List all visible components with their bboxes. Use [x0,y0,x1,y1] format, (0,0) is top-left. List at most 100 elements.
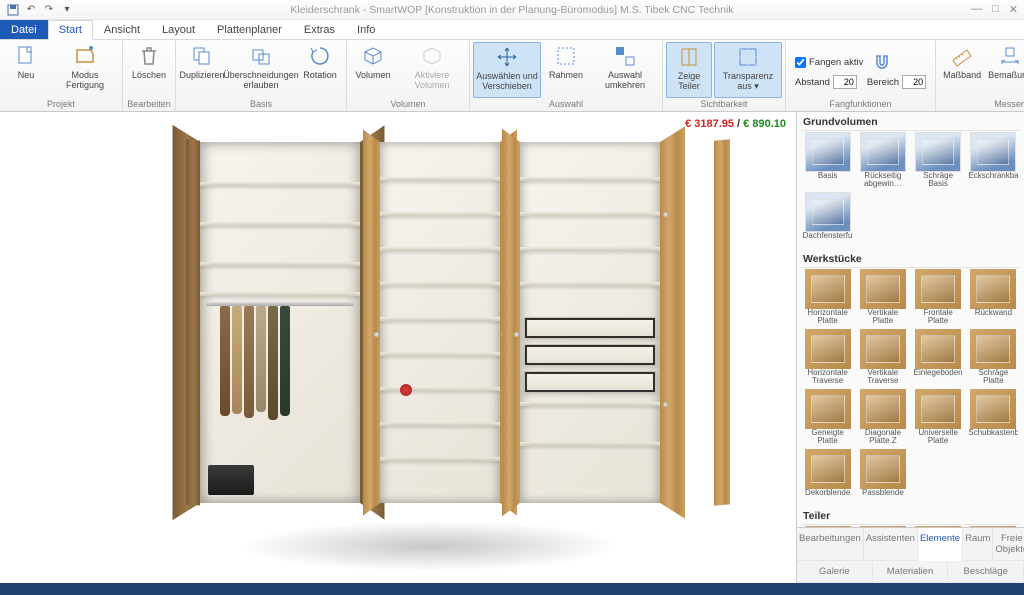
duplicate-button[interactable]: Duplizieren [179,42,225,98]
element-thumb[interactable]: Schräger Teiler [967,525,1020,527]
element-thumb[interactable]: Geneigte Platte [801,388,854,446]
button-label: Volumen [355,70,390,80]
thumb-label: Eckschrankbasis [968,172,1018,188]
thumb-label: Horizontale Traverse [803,369,853,385]
thumb-label: Vertikale Traverse [858,369,908,385]
tab-layout[interactable]: Layout [151,20,206,39]
element-thumb[interactable]: Einlegeboden [912,328,965,386]
element-thumb[interactable]: Universelle Platte [912,388,965,446]
snap-active-checkbox[interactable]: Fangen aktiv [795,52,926,72]
element-thumb[interactable]: Vertikaler Teiler [856,525,909,527]
tab-file[interactable]: Datei [0,20,48,39]
element-thumb[interactable]: Schräge Platte [967,328,1020,386]
button-label: Bemaßung [988,70,1024,80]
tab-plattenplaner[interactable]: Plattenplaner [206,20,293,39]
panel-tab-elemente[interactable]: Elemente [918,528,963,561]
status-bar [0,583,1024,595]
group-label: Basis [179,98,343,111]
element-thumb[interactable]: Passblende [856,448,909,506]
show-divider-button[interactable]: Zeige Teiler [666,42,712,98]
rotate-button[interactable]: Rotation [297,42,343,98]
qat-dropdown-icon[interactable]: ▾ [60,3,74,17]
thumb-icon [970,269,1016,309]
thumb-icon [970,526,1016,527]
element-thumb[interactable]: Frontale Platte [912,268,965,326]
panel-tab-beschläge[interactable]: Beschläge [948,561,1024,583]
button-label: Aktiviere Volumen [414,70,449,90]
dimension-button[interactable]: Bemaßung [987,42,1024,98]
tab-info[interactable]: Info [346,20,386,39]
panel-tabs: BearbeitungenAssistentenElementeRaumFrei… [797,527,1024,583]
thumb-label: Diagonale Platte Z [858,429,908,445]
transparency-button[interactable]: Transparenz aus ▾ [714,42,782,98]
ribbon-group: DuplizierenÜberschneidungen erlaubenRota… [176,40,347,111]
qat-redo-icon[interactable]: ↷ [42,3,56,17]
element-thumb[interactable]: Frontaler Teiler [912,525,965,527]
thumb-icon [805,526,851,527]
tab-extras[interactable]: Extras [293,20,346,39]
panel-tab-materialien[interactable]: Materialien [873,561,949,583]
frame-button[interactable]: Rahmen [543,42,589,98]
thumb-label: Dachfensterfutter [803,232,853,248]
qat-save-icon[interactable] [6,3,20,17]
tape-button[interactable]: Maßband [939,42,985,98]
element-thumb[interactable]: Dachfensterfutter [801,191,854,249]
button-label: Auswählen und Verschieben [476,71,538,91]
ribbon-group: Fangen aktiv AbstandBereichFangfunktione… [786,40,936,111]
panel-tab-galerie[interactable]: Galerie [797,561,873,583]
thumb-icon [805,132,851,172]
panel-tab-raum[interactable]: Raum [963,528,993,561]
thumb-icon [970,329,1016,369]
panel-tab-freie objekte[interactable]: Freie Objekte [993,528,1024,561]
element-thumb[interactable]: Rückseitig abgewin… [856,131,909,189]
thumb-icon [805,269,851,309]
panel-tab-bearbeitungen[interactable]: Bearbeitungen [797,528,864,561]
tab-start[interactable]: Start [48,20,93,40]
ribbon-tabs: Datei Start Ansicht Layout Plattenplaner… [0,20,1024,40]
select-move-button[interactable]: Auswählen und Verschieben [473,42,541,98]
invert-sel-button[interactable]: Auswahl umkehren [591,42,659,98]
thumb-icon [805,329,851,369]
group-label: Bearbeiten [126,98,172,111]
thumb-label: Frontale Platte [913,309,963,325]
element-thumb[interactable]: Horizontale Traverse [801,328,854,386]
element-thumb[interactable]: Basis [801,131,854,189]
volume-icon [361,44,385,68]
thumb-icon [805,192,851,232]
group-label: Auswahl [473,98,659,111]
abstand-field[interactable]: Abstand [795,75,857,89]
element-thumb[interactable]: Vertikale Traverse [856,328,909,386]
mode-button[interactable]: Modus Fertigung [51,42,119,98]
element-thumb[interactable]: Horizontale Platte [801,268,854,326]
thumb-icon [860,526,906,527]
delete-button[interactable]: Löschen [126,42,172,98]
frame-icon [554,44,578,68]
tab-ansicht[interactable]: Ansicht [93,20,151,39]
element-thumb[interactable]: Dekorblende [801,448,854,506]
overlap-button[interactable]: Überschneidungen erlauben [227,42,295,98]
window-maximize-icon[interactable]: □ [992,3,999,16]
element-thumb[interactable]: Rückwand [967,268,1020,326]
window-close-icon[interactable]: ✕ [1009,3,1018,16]
panel-tab-assistenten[interactable]: Assistenten [864,528,918,561]
thumb-icon [915,269,961,309]
element-thumb[interactable]: Vertikale Platte [856,268,909,326]
element-thumb[interactable]: Schubkastenboden [967,388,1020,446]
viewport-3d[interactable]: € 3187.95 / € 890.10 [0,112,796,583]
window-minimize-icon[interactable]: — [971,3,982,16]
ribbon-group: MaßbandBemaßungABCKommentarMessen [936,40,1024,111]
new-button[interactable]: Neu [3,42,49,98]
qat-undo-icon[interactable]: ↶ [24,3,38,17]
element-thumb[interactable]: Horizontaler Teiler [801,525,854,527]
dimension-icon [998,44,1022,68]
bereich-field[interactable]: Bereich [867,75,926,89]
thumb-icon [805,389,851,429]
ribbon-group: Zeige TeilerTransparenz aus ▾Sichtbarkei… [663,40,786,111]
element-thumb[interactable]: Eckschrankbasis [967,131,1020,189]
element-thumb[interactable]: Schräge Basis [912,131,965,189]
thumb-label: Horizontale Platte [803,309,853,325]
group-label: Sichtbarkeit [666,98,782,111]
activate-vol-button[interactable]: Aktiviere Volumen [398,42,466,98]
element-thumb[interactable]: Diagonale Platte Z [856,388,909,446]
volume-button[interactable]: Volumen [350,42,396,98]
